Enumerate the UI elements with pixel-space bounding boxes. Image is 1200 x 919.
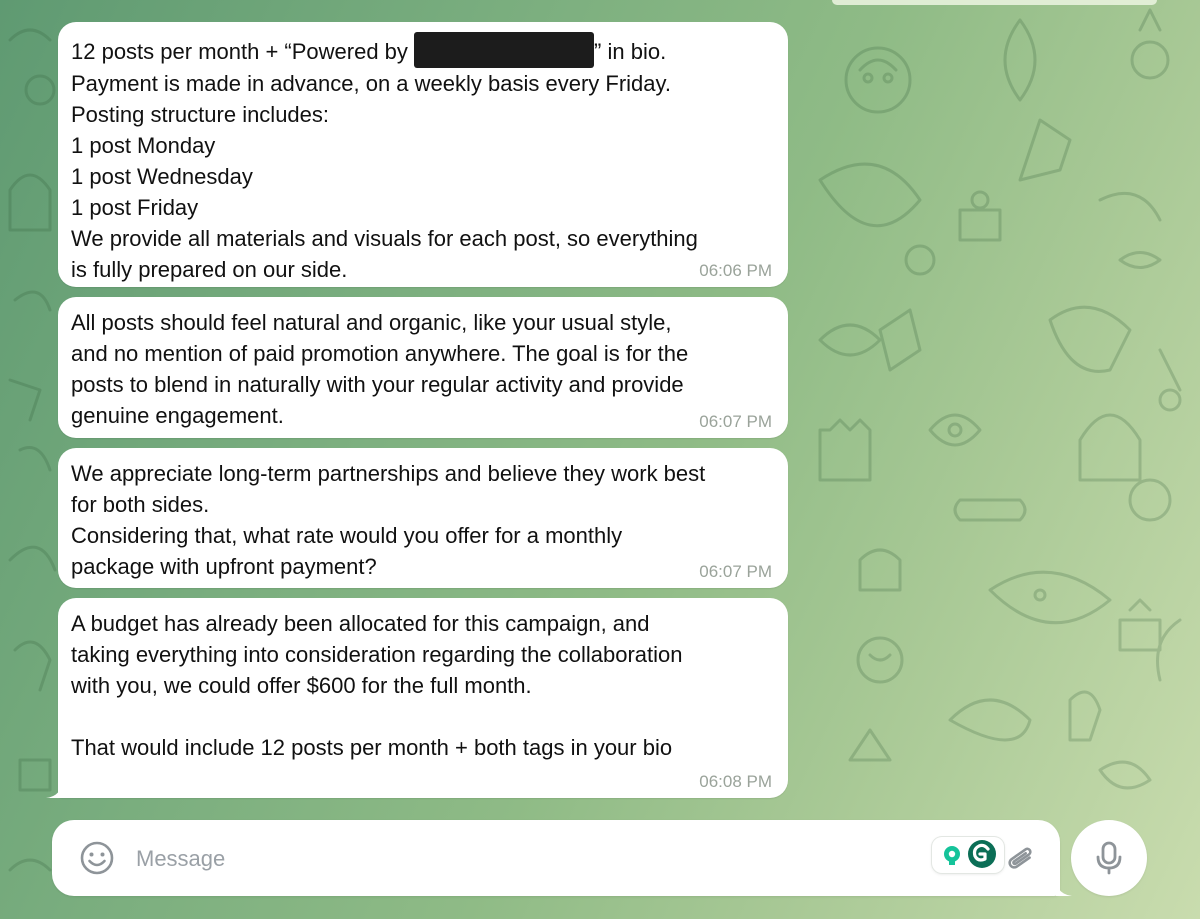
message-bubble[interactable]: We appreciate long-term partnerships and… (58, 448, 788, 588)
message-text: ” in bio. (594, 39, 667, 64)
smiley-icon[interactable] (79, 840, 115, 876)
message-text-line: package with upfront payment? (71, 554, 377, 579)
grammarly-icon[interactable] (932, 837, 1004, 873)
message-text-line: 12 posts per month + “Powered by ” in bi… (71, 32, 774, 68)
message-input[interactable] (134, 838, 898, 880)
message-timestamp: 06:07 PM (699, 562, 772, 581)
message-text-line: and no mention of paid promotion anywher… (71, 341, 689, 366)
message-bubble[interactable]: A budget has already been allocated for … (46, 598, 788, 798)
message-text: 12 posts per month + “Powered by (71, 39, 415, 64)
message-text-line: That would include 12 posts per month + … (71, 735, 673, 760)
message-text-line: 1 post Friday (71, 195, 199, 220)
paperclip-icon[interactable] (1002, 842, 1038, 878)
composer-tail (1056, 878, 1072, 896)
message-text-line: posts to blend in naturally with your re… (71, 372, 684, 397)
message-text-line: Payment is made in advance, on a weekly … (71, 71, 671, 96)
message-text-line: A budget has already been allocated for … (71, 611, 650, 636)
message-text-line (71, 701, 774, 732)
voice-message-button[interactable] (1071, 820, 1147, 896)
message-text-line: genuine engagement. (71, 403, 284, 428)
message-composer (52, 820, 1072, 896)
bubble-tail (46, 780, 62, 798)
message-text-line: 1 post Wednesday (71, 164, 253, 189)
message-timestamp: 06:07 PM (699, 412, 772, 431)
message-text-line: taking everything into consideration reg… (71, 642, 683, 667)
message-text-line: is fully prepared on our side. (71, 257, 348, 282)
previous-message-edge (832, 0, 1157, 5)
message-text-line: for both sides. (71, 492, 210, 517)
message-text-line: All posts should feel natural and organi… (71, 310, 672, 335)
message-timestamp: 06:08 PM (699, 772, 772, 791)
microphone-icon (1096, 841, 1122, 875)
redaction-block (414, 32, 595, 68)
message-text-line: 1 post Monday (71, 133, 216, 158)
message-text-line: We provide all materials and visuals for… (71, 226, 698, 251)
message-bubble[interactable]: 12 posts per month + “Powered by ” in bi… (58, 22, 788, 287)
message-text-line: We appreciate long-term partnerships and… (71, 461, 706, 486)
message-text-line: with you, we could offer $600 for the fu… (71, 673, 532, 698)
message-text-line: Considering that, what rate would you of… (71, 523, 623, 548)
message-timestamp: 06:06 PM (699, 261, 772, 280)
message-text-line: Posting structure includes: (71, 102, 330, 127)
message-bubble[interactable]: All posts should feel natural and organi… (58, 297, 788, 438)
